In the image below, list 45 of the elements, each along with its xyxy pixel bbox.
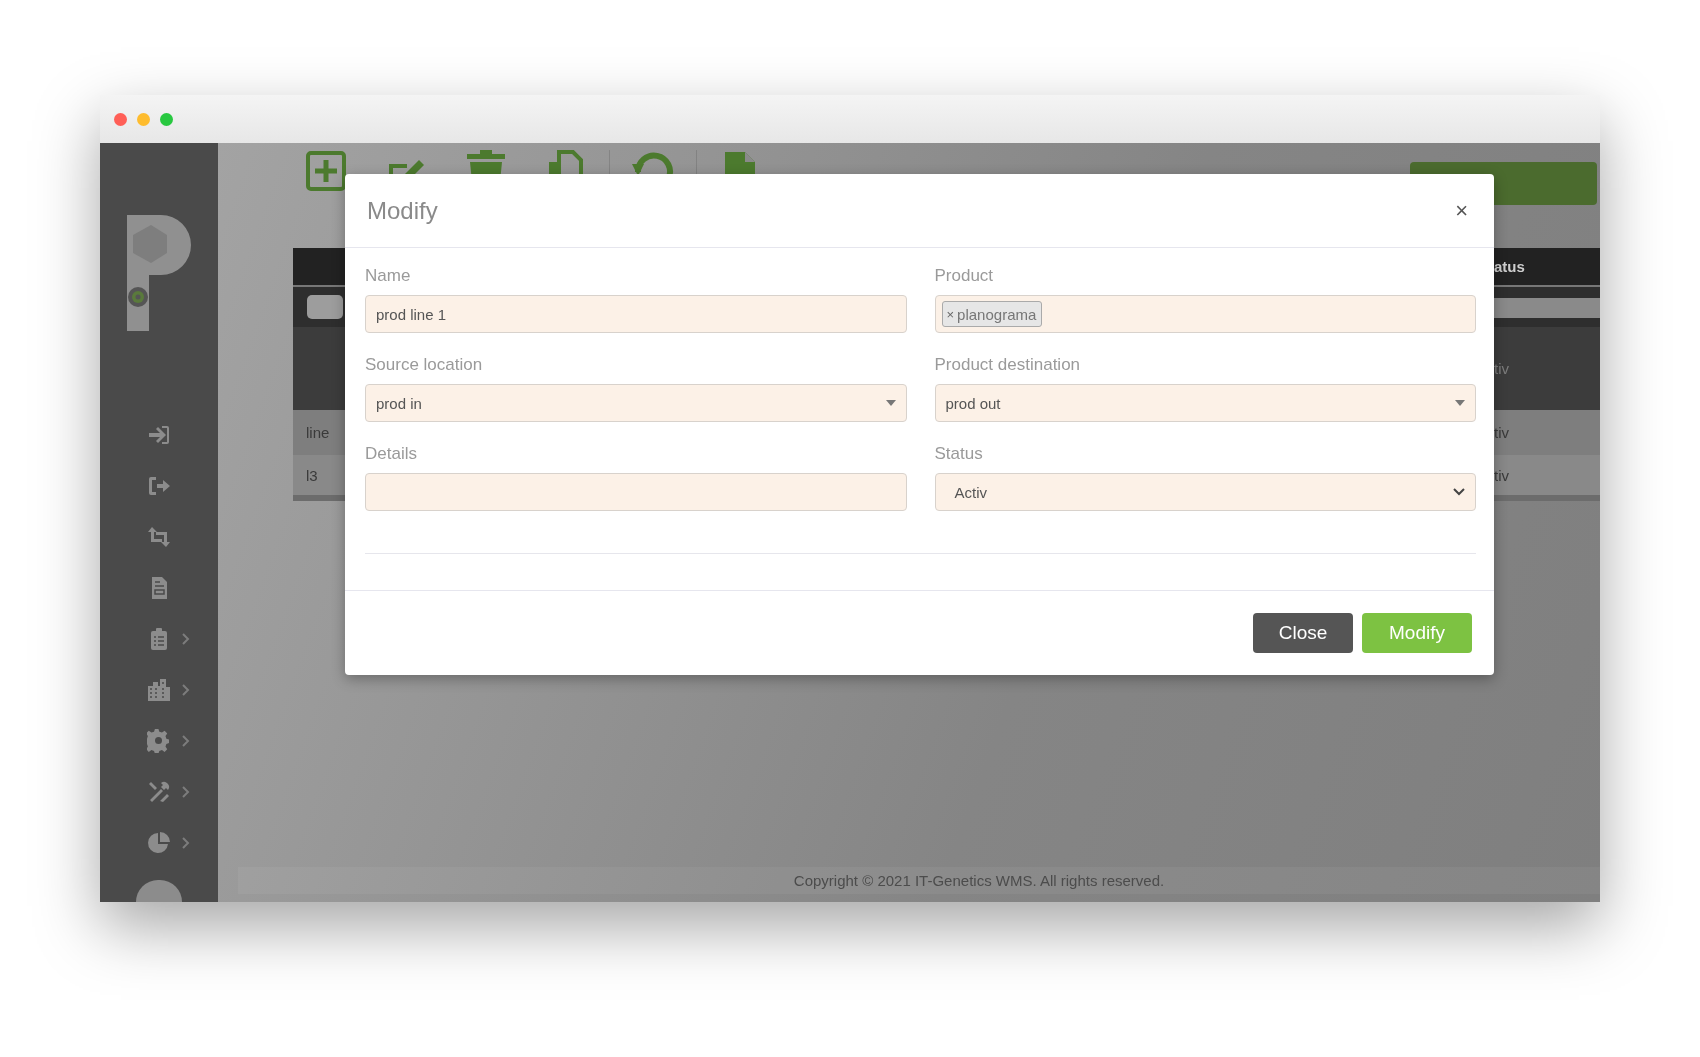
swap-arrows-icon [147,524,171,549]
field-label: Product destination [934,355,1082,375]
filter-field[interactable] [307,295,343,319]
chevron-right-icon [182,683,190,696]
table-cell: l3 [306,466,318,484]
dropdown-field[interactable]: prod out [934,384,1476,422]
pie-chart-icon [147,830,171,855]
text-field[interactable] [365,473,907,511]
settings-icon [147,728,171,753]
modal-title: Modify [367,196,438,225]
logo-icon [127,213,191,331]
text-field[interactable]: prod line 1 [365,295,907,333]
field-label: Product [934,266,995,286]
chevron-right-icon [182,785,190,798]
tag-label: planograma [957,305,1037,323]
chevron-right-icon [182,836,190,849]
filter-field[interactable] [1494,298,1600,318]
add-icon[interactable] [305,150,347,192]
select-field[interactable]: Activ [934,473,1476,511]
window-control-button[interactable] [160,112,173,126]
chevron-down-icon [1453,488,1465,496]
caret-icon [885,400,896,406]
table-cell: line [306,424,330,441]
building-icon [147,677,171,702]
close-button[interactable]: Close [1253,613,1353,653]
tag-field[interactable]: × planograma [934,295,1476,333]
window-control-button[interactable] [137,112,150,126]
column-header: atus [1494,258,1525,275]
field-label: Name [365,266,412,286]
field-label: Status [934,444,984,464]
tools-icon [147,779,171,804]
avatar-icon[interactable] [136,880,182,902]
chevron-right-icon [182,632,190,645]
caret-icon [1455,400,1465,406]
table-cell: tiv [1494,424,1509,441]
field-label: Details [365,444,418,464]
window-control-button[interactable] [114,112,127,126]
dropdown-field[interactable]: prod in [365,384,907,422]
table-cell: tiv [1494,360,1509,377]
copyright-text: Copyright © 2021 IT-Genetics WMS. All rights reserved. [793,872,1165,889]
field-label: Source location [365,355,484,375]
table-cell: tiv [1494,466,1509,484]
remove-tag-button[interactable]: × [946,306,958,322]
chevron-right-icon [182,734,190,747]
close-button[interactable]: × [1451,197,1472,224]
